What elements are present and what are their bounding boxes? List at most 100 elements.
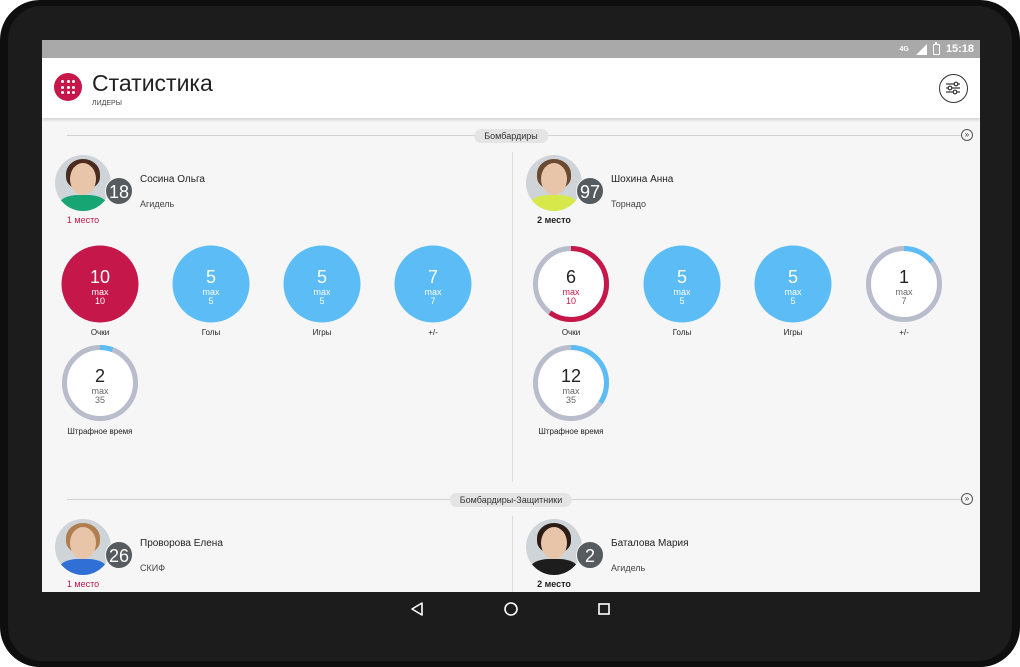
screen: 4G 15:18 Статистика ЛИДЕРЫ Бомбардиры » … [42, 40, 980, 592]
stat-value: 1 [899, 267, 909, 287]
stat-max-value: 35 [566, 395, 576, 405]
player-team: СКИФ [140, 563, 166, 573]
dot-icon [66, 80, 70, 83]
stat-gauge: 5max5 [754, 245, 832, 323]
stat-value: 2 [95, 366, 105, 386]
stat-widget[interactable]: 5 max 5 Голы [637, 245, 727, 345]
stat-label: Игры [783, 328, 803, 337]
player-avatar[interactable] [526, 519, 582, 575]
avatar-shirt [59, 195, 107, 211]
player-name[interactable]: Шохина Анна [611, 174, 673, 185]
dot-icon [72, 80, 75, 83]
player-rank: 2 место [537, 215, 571, 225]
filter-button[interactable] [939, 74, 968, 103]
player-team: Агидель [140, 199, 175, 209]
app-bar: Статистика ЛИДЕРЫ [42, 58, 980, 118]
stat-gauge: 12max35 [533, 345, 609, 421]
player-team: Агидель [611, 563, 646, 573]
stat-value: 10 [90, 267, 110, 287]
stat-gauge: 10max10 [61, 245, 139, 323]
dot-icon [61, 91, 64, 94]
stat-max-value: 35 [95, 395, 105, 405]
avatar-shirt [530, 195, 578, 211]
stat-widget[interactable]: 1 max 7 +/- [859, 245, 949, 345]
player-team: Торнадо [611, 199, 647, 209]
player-name[interactable]: Проворова Елена [140, 538, 223, 549]
battery-icon [932, 41, 940, 55]
avatar-shirt [59, 559, 107, 575]
player-name[interactable]: Сосина Ольга [140, 174, 205, 185]
player-rank: 1 место [66, 215, 100, 225]
jersey-number-badge: 26 [105, 541, 133, 569]
stat-widget[interactable]: 7 max 7 +/- [388, 245, 478, 345]
player-rank: 2 место [537, 579, 571, 589]
stat-max-value: 7 [430, 296, 435, 306]
stat-widget[interactable]: 5 max 5 Голы [166, 245, 256, 345]
player-avatar[interactable] [55, 155, 111, 211]
stat-value: 7 [428, 267, 438, 287]
home-nav-icon[interactable] [502, 600, 520, 618]
back-nav-icon[interactable] [408, 601, 426, 617]
section-more-button[interactable]: » [961, 493, 973, 505]
player-name[interactable]: Баталова Мария [611, 538, 689, 549]
recents-nav-icon[interactable] [596, 601, 612, 617]
stat-label: Голы [672, 328, 692, 337]
network-type: 4G [899, 45, 909, 53]
stat-widget[interactable]: 2 max 35 Штрафное время [55, 344, 145, 444]
dot-icon [61, 85, 64, 89]
stat-value: 5 [317, 267, 327, 287]
stat-widget[interactable]: 10 max 10 Очки [55, 245, 145, 345]
stat-max-value: 5 [679, 296, 684, 306]
stat-value: 5 [788, 267, 798, 287]
stat-widget[interactable]: 6 max 10 Очки [526, 245, 616, 345]
player-avatar[interactable] [55, 519, 111, 575]
stat-max-value: 5 [208, 296, 213, 306]
stat-widget[interactable]: 5 max 5 Игры [277, 245, 367, 345]
dot-icon [72, 85, 75, 89]
stat-gauge: 5max5 [283, 245, 361, 323]
stat-label: Штрафное время [67, 427, 133, 436]
clock: 15:18 [945, 43, 974, 55]
page-title: Статистика [92, 70, 213, 96]
dot-icon [72, 91, 75, 94]
stat-value: 5 [677, 267, 687, 287]
stat-max-value: 10 [95, 296, 105, 306]
sliders-icon [946, 81, 960, 95]
stat-max-value: 5 [319, 296, 324, 306]
avatar-face [70, 163, 96, 195]
section-title-defenders[interactable]: Бомбардиры-Защитники [449, 493, 573, 507]
stat-label: +/- [428, 328, 438, 337]
stat-value: 6 [566, 267, 576, 287]
avatar-face [541, 163, 567, 195]
stat-gauge: 5max5 [643, 245, 721, 323]
stat-value: 12 [561, 366, 581, 386]
stat-widget[interactable]: 12 max 35 Штрафное время [526, 344, 616, 444]
section-more-button[interactable]: » [961, 129, 973, 141]
apps-menu-button[interactable] [54, 73, 82, 101]
avatar-shirt [530, 559, 578, 575]
stat-max-value: 10 [566, 296, 576, 306]
status-bar: 4G 15:18 [42, 40, 980, 58]
stat-gauge: 6max10 [533, 246, 609, 322]
stat-value: 5 [206, 267, 216, 287]
stat-label: Голы [201, 328, 221, 337]
page-subtitle: ЛИДЕРЫ [92, 100, 122, 107]
stat-max-value: 5 [790, 296, 795, 306]
signal-icon [915, 43, 927, 55]
stat-gauge: 1max7 [866, 246, 942, 322]
jersey-number-badge: 97 [576, 177, 604, 205]
stat-label: Штрафное время [538, 427, 604, 436]
section-title-scorers[interactable]: Бомбардиры [474, 129, 548, 143]
stat-widget[interactable]: 5 max 5 Игры [748, 245, 838, 345]
stat-max-value: 7 [901, 296, 906, 306]
dot-icon [61, 80, 64, 83]
stat-gauge: 5max5 [172, 245, 250, 323]
status-icons: 4G 15:18 [899, 41, 974, 56]
player-rank: 1 место [66, 579, 100, 589]
player-avatar[interactable] [526, 155, 582, 211]
dot-icon [66, 85, 70, 89]
stat-gauge: 7max7 [394, 245, 472, 323]
stat-gauge: 2max35 [62, 345, 138, 421]
avatar-face [70, 527, 96, 559]
stat-label: Очки [90, 328, 110, 337]
